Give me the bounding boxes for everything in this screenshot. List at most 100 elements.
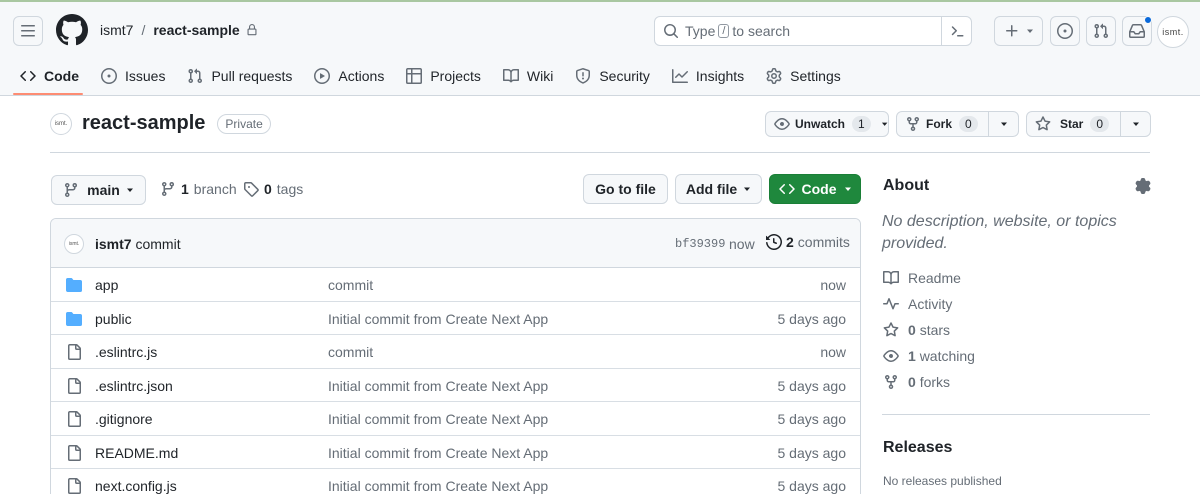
caret-down-icon <box>881 122 888 126</box>
file-commit-message[interactable]: Initial commit from Create Next App <box>328 411 548 427</box>
watching-word: watching <box>919 348 975 364</box>
commit-author-avatar[interactable]: ismt. <box>64 234 84 254</box>
caret-down-icon <box>126 188 133 192</box>
watchers-link[interactable]: 1 watching <box>883 348 975 364</box>
star-icon <box>1035 116 1051 131</box>
tab-wiki[interactable]: Wiki <box>502 64 564 88</box>
user-avatar[interactable]: ismt. <box>1157 16 1189 48</box>
pull-requests-button[interactable] <box>1086 16 1116 46</box>
tag-icon <box>244 182 259 197</box>
book-icon <box>502 68 519 83</box>
latest-commit-row: ismt. ismt7 commit bf39399 now 2 commits <box>51 219 860 268</box>
tab-pull-requests[interactable]: Pull requests <box>187 64 303 88</box>
tab-settings[interactable]: Settings <box>766 64 852 88</box>
search-placeholder-suffix: to search <box>732 23 791 39</box>
commit-word: commits <box>797 234 850 250</box>
commit-author[interactable]: ismt7 <box>95 236 132 252</box>
repo-owner-avatar[interactable]: ismt. <box>50 112 72 135</box>
branch-word: branch <box>193 181 237 197</box>
issue-icon <box>101 68 117 84</box>
star-dropdown[interactable] <box>1120 112 1150 136</box>
file-name[interactable]: public <box>95 311 132 327</box>
commit-sha[interactable]: bf39399 <box>675 237 725 251</box>
file-icon-wrap <box>66 344 82 360</box>
search-shortcut-key: / <box>718 24 730 38</box>
tab-security-label: Security <box>599 68 650 84</box>
tab-actions[interactable]: Actions <box>314 64 395 88</box>
go-to-file-button[interactable]: Go to file <box>583 174 668 204</box>
tag-word: tags <box>276 181 304 197</box>
file-commit-message[interactable]: commit <box>328 277 373 293</box>
releases-heading[interactable]: Releases <box>883 439 952 457</box>
issues-button[interactable] <box>1050 16 1080 46</box>
file-row[interactable]: app commit now <box>51 268 860 302</box>
selected-tab-indicator <box>13 93 83 95</box>
tab-issues[interactable]: Issues <box>101 64 176 88</box>
command-palette-button[interactable] <box>941 17 971 45</box>
file-commit-message[interactable]: Initial commit from Create Next App <box>328 378 548 394</box>
activity-link[interactable]: Activity <box>883 296 952 312</box>
tab-code[interactable]: Code <box>20 64 90 88</box>
repo-name[interactable]: react-sample <box>82 112 205 135</box>
pull-request-icon <box>188 68 203 84</box>
fork-dropdown[interactable] <box>988 112 1018 136</box>
file-commit-message[interactable]: Initial commit from Create Next App <box>328 478 548 494</box>
issue-icon <box>1057 23 1073 39</box>
stars-word: stars <box>919 322 951 338</box>
code-button[interactable]: Code <box>769 174 861 204</box>
activity-label: Activity <box>908 296 953 312</box>
commit-count: 2 <box>786 234 794 250</box>
commit-message[interactable]: commit <box>135 236 180 252</box>
repo-link[interactable]: react-sample <box>153 22 239 38</box>
file-name[interactable]: app <box>95 277 118 293</box>
stars-link[interactable]: 0 stars <box>883 322 950 338</box>
pull-request-icon <box>1094 23 1109 39</box>
file-row[interactable]: .eslintrc.json Initial commit from Create… <box>51 369 860 402</box>
github-logo-icon[interactable] <box>56 14 88 46</box>
global-header: ismt7 / react-sample Type / to search is… <box>0 2 1200 96</box>
tab-projects[interactable]: Projects <box>406 64 492 88</box>
create-new-button[interactable] <box>994 16 1043 46</box>
code-icon <box>778 183 795 195</box>
tab-security[interactable]: Security <box>575 64 661 88</box>
file-commit-message[interactable]: Initial commit from Create Next App <box>328 311 548 327</box>
file-icon <box>68 344 81 360</box>
forks-word: forks <box>919 374 951 390</box>
graph-icon <box>671 69 688 83</box>
file-icon-wrap <box>66 377 82 394</box>
file-commit-message[interactable]: commit <box>328 344 373 360</box>
star-icon <box>883 322 899 337</box>
file-row[interactable]: .eslintrc.js commit now <box>51 335 860 369</box>
file-name[interactable]: .gitignore <box>95 411 153 427</box>
search-input[interactable]: Type / to search <box>654 16 972 46</box>
fork-count: 0 <box>959 116 978 132</box>
file-row[interactable]: README.md Initial commit from Create Next… <box>51 436 860 469</box>
fork-button[interactable]: Fork 0 <box>896 111 1019 137</box>
tab-insights[interactable]: Insights <box>671 64 755 88</box>
file-commit-message[interactable]: Initial commit from Create Next App <box>328 445 548 461</box>
file-row[interactable]: next.config.js Initial commit from Create… <box>51 469 860 494</box>
owner-link[interactable]: ismt7 <box>100 22 133 38</box>
forks-link[interactable]: 0 forks <box>883 374 950 390</box>
menu-button[interactable] <box>13 16 43 46</box>
tags-link[interactable]: 0 tags <box>243 181 303 197</box>
branch-select-button[interactable]: main <box>51 175 146 205</box>
about-settings-button[interactable] <box>1135 178 1151 194</box>
readme-link[interactable]: Readme <box>883 270 961 286</box>
commit-history-link[interactable]: 2 commits <box>766 234 850 250</box>
file-row[interactable]: public Initial commit from Create Next Ap… <box>51 302 860 335</box>
add-file-button[interactable]: Add file <box>675 174 762 204</box>
watch-button[interactable]: Unwatch 1 <box>765 111 889 137</box>
file-row[interactable]: .gitignore Initial commit from Create Nex… <box>51 402 860 436</box>
book-icon <box>883 270 899 285</box>
branches-link[interactable]: 1 branch <box>160 181 237 197</box>
file-name[interactable]: next.config.js <box>95 478 177 494</box>
file-name[interactable]: .eslintrc.json <box>95 378 173 394</box>
tab-projects-label: Projects <box>430 68 481 84</box>
file-name[interactable]: .eslintrc.js <box>95 344 157 360</box>
file-name[interactable]: README.md <box>95 445 178 461</box>
history-icon <box>766 234 782 250</box>
star-button[interactable]: Star 0 <box>1026 111 1151 137</box>
fork-icon <box>907 117 919 132</box>
tab-actions-label: Actions <box>338 68 385 84</box>
